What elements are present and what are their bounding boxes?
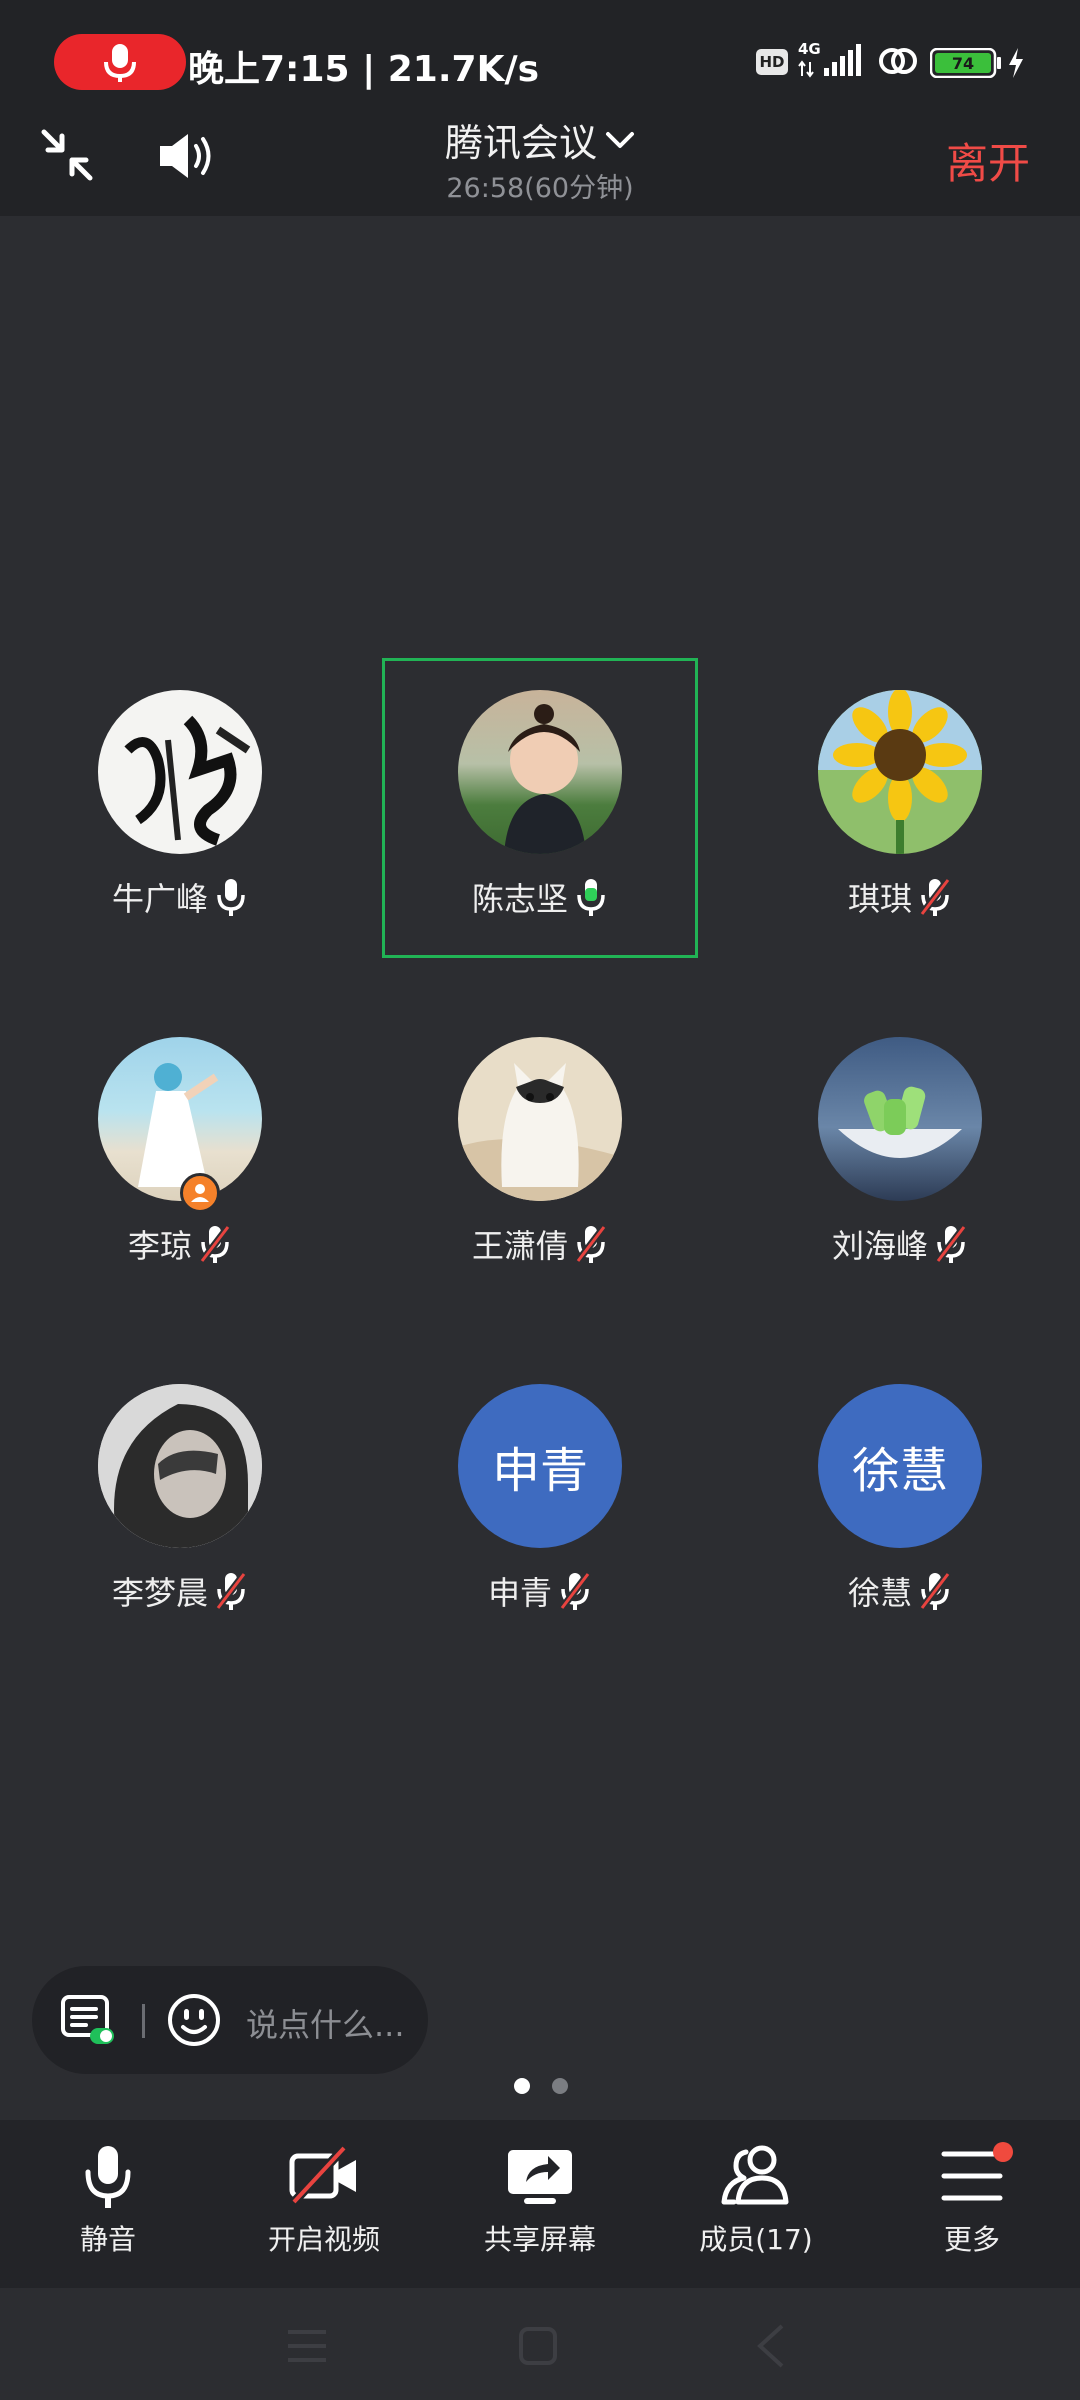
participant-name: 刘海峰 [831, 1227, 928, 1265]
charging-icon [1009, 48, 1023, 78]
meeting-title[interactable]: 腾讯会议 [0, 112, 1080, 167]
participant-tile-active-speaker[interactable]: 陈志坚 [382, 658, 698, 958]
mic-muted-icon [935, 1224, 967, 1264]
page-indicator[interactable] [510, 2078, 570, 2098]
participant-name: 徐慧 [847, 1574, 912, 1612]
chevron-down-icon [606, 131, 634, 148]
participant-tile[interactable]: 刘海峰 [742, 1005, 1058, 1305]
page-dot-active[interactable] [514, 2078, 530, 2094]
participant-tile[interactable]: 王潇倩 [382, 1005, 698, 1305]
participant-name: 王潇倩 [471, 1227, 568, 1265]
meeting-title-text: 腾讯会议 [444, 121, 597, 165]
avatar [98, 1384, 262, 1548]
home-icon[interactable] [518, 2326, 558, 2366]
share-screen-icon [508, 2150, 572, 2204]
signal-4g-icon: 4G [798, 40, 861, 78]
mic-muted-icon [215, 1571, 247, 1611]
microphone-icon [85, 2146, 131, 2208]
chat-list-icon[interactable] [60, 1994, 116, 2048]
battery-icon: 74 [930, 48, 1001, 78]
participant-tile[interactable]: 李梦晨 [22, 1352, 338, 1652]
members-button[interactable]: 成员(17) [656, 2140, 856, 2270]
mute-label: 静音 [79, 2223, 136, 2256]
participant-name: 李梦晨 [111, 1574, 208, 1612]
mic-muted-icon [559, 1571, 591, 1611]
members-icon [721, 2145, 789, 2205]
system-nav-bar [0, 2288, 1080, 2400]
start-video-button[interactable]: 开启视频 [224, 2140, 424, 2270]
avatar [98, 1037, 262, 1201]
chat-placeholder[interactable]: 说点什么... [246, 2000, 405, 2046]
participant-tile[interactable]: 申青 申青 [382, 1352, 698, 1652]
divider [142, 2004, 145, 2038]
host-badge-icon [180, 1173, 220, 1213]
participant-name: 牛广峰 [111, 880, 208, 918]
mute-button[interactable]: 静音 [8, 2140, 208, 2270]
mic-muted-icon [919, 1571, 951, 1611]
participant-tile[interactable]: 李琼 [22, 1005, 338, 1305]
notification-dot [993, 2142, 1013, 2162]
avatar: 徐慧 [818, 1384, 982, 1548]
more-label: 更多 [943, 2223, 1000, 2256]
start-video-label: 开启视频 [267, 2223, 380, 2256]
participant-name: 陈志坚 [471, 880, 568, 918]
avatar [458, 1037, 622, 1201]
share-screen-label: 共享屏幕 [483, 2223, 596, 2256]
meeting-timer: 26:58(60分钟) [446, 173, 634, 204]
participant-tile[interactable]: 牛广峰 [22, 658, 338, 958]
mic-muted-icon [919, 877, 951, 917]
participant-name: 申青 [487, 1574, 552, 1612]
network-type-label: 4G [798, 40, 821, 58]
hd-voice-icon: HD [756, 49, 788, 75]
emoji-icon[interactable] [166, 1992, 222, 2048]
participant-tile[interactable]: 琪琪 [742, 658, 1058, 958]
more-button[interactable]: 更多 [872, 2140, 1072, 2270]
avatar [818, 1037, 982, 1201]
mic-on-icon [217, 879, 245, 916]
avatar: 申青 [458, 1384, 622, 1548]
members-label: 成员(17) [699, 2223, 813, 2256]
recording-indicator[interactable] [54, 34, 186, 90]
participant-tile[interactable]: 徐慧 徐慧 [742, 1352, 1058, 1652]
video-off-icon [289, 2144, 356, 2206]
status-time: 晚上7:15 | 21.7K/s [188, 49, 540, 90]
avatar [458, 690, 622, 854]
participant-name: 琪琪 [847, 880, 912, 918]
leave-button[interactable]: 离开 [946, 130, 1030, 191]
participant-name: 李琼 [127, 1227, 192, 1265]
avatar [98, 690, 262, 854]
share-screen-button[interactable]: 共享屏幕 [440, 2140, 640, 2270]
microphone-icon [104, 44, 136, 82]
back-icon[interactable] [756, 2324, 786, 2368]
recents-icon[interactable] [286, 2328, 328, 2364]
mic-speaking-icon [577, 879, 605, 916]
mic-muted-icon [575, 1224, 607, 1264]
link-icon [879, 48, 917, 74]
avatar [818, 690, 982, 854]
page-dot[interactable] [552, 2078, 568, 2094]
mic-muted-icon [199, 1224, 231, 1264]
battery-level: 74 [952, 54, 974, 73]
